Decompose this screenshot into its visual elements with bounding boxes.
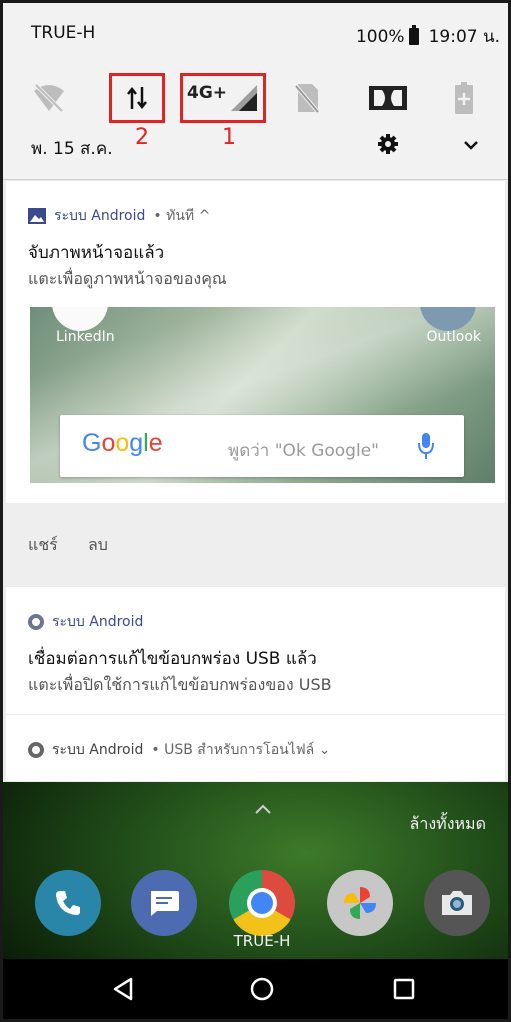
dolby-icon[interactable]	[366, 73, 410, 123]
marker-2: 2	[135, 125, 149, 150]
gear-icon[interactable]	[375, 131, 401, 157]
screenshot-notification[interactable]: ระบบ Android • ทันที ^ จับภาพหน้าจอแล้ว …	[6, 181, 505, 586]
date-label: พ. 15 ส.ค.	[31, 139, 113, 159]
status-bar: TRUE-H 100% 19:07 น.	[3, 3, 508, 55]
navigation-bar	[3, 959, 508, 1019]
signal-4g-icon[interactable]: 4G+	[180, 73, 266, 123]
google-search-bar: Google พูดว่า "Ok Google"	[60, 415, 464, 477]
notification-meta: • ทันที ^	[153, 208, 211, 224]
notification-actions: แชร์ ลบ	[6, 503, 505, 586]
quick-settings: 4G+ 2 1 พ. 15 ส.ค.	[3, 55, 508, 180]
mobile-data-icon[interactable]	[109, 73, 165, 123]
chevron-up-icon[interactable]	[253, 802, 273, 816]
android-system-icon	[28, 742, 44, 758]
notification-app-name: ระบบ Android	[52, 614, 144, 630]
home-screen: ล้างทั้งหมด TRUE-H	[3, 782, 508, 1019]
preview-left-label: LinkedIn	[56, 329, 115, 345]
search-hint: พูดว่า "Ok Google"	[228, 441, 379, 461]
home-icon[interactable]	[248, 975, 276, 1003]
mic-icon	[418, 433, 434, 459]
android-system-icon	[28, 614, 44, 630]
marker-1: 1	[222, 125, 236, 150]
chrome-core	[251, 892, 273, 914]
notification-title: จับภาพหน้าจอแล้ว	[28, 243, 165, 263]
chrome-center	[247, 888, 277, 918]
notification-app-name: ระบบ Android	[52, 742, 144, 758]
notification-title: เชื่อมต่อการแก้ไขข้อบกพร่อง USB แล้ว	[28, 649, 317, 669]
battery-icon	[408, 25, 419, 45]
notification-text: แตะเพื่อปิดใช้การแก้ไขข้อบกพร่องของ USB	[28, 675, 332, 694]
network-type-label: 4G+	[186, 83, 228, 103]
chevron-down-icon[interactable]	[459, 133, 483, 157]
messages-app-icon[interactable]	[131, 870, 197, 936]
preview-right-label: Outlook	[426, 329, 481, 345]
share-action[interactable]: แชร์	[28, 533, 58, 558]
notification-text: แตะเพื่อดูภาพหน้าจอของคุณ	[28, 269, 227, 288]
notification-header: ระบบ Android • ทันที ^	[28, 205, 210, 227]
image-icon	[28, 208, 46, 224]
wifi-off-icon[interactable]	[29, 73, 69, 123]
google-logo: Google	[82, 429, 163, 457]
no-sim-icon[interactable]	[287, 73, 327, 123]
clear-all-button[interactable]: ล้างทั้งหมด	[410, 812, 486, 837]
battery-saver-icon[interactable]	[449, 73, 479, 123]
clock: 19:07 น.	[428, 27, 500, 47]
usb-debugging-notification[interactable]: ระบบ Android เชื่อมต่อการแก้ไขข้อบกพร่อง…	[6, 587, 505, 714]
notification-header: ระบบ Android • USB สำหรับการโอนไฟล์ ⌄	[28, 739, 330, 761]
battery-percent: 100%	[355, 26, 405, 47]
status-right: 100% 19:07 น.	[356, 23, 500, 50]
notification-app-name: ระบบ Android	[54, 208, 146, 224]
recents-icon[interactable]	[390, 975, 418, 1003]
dock-label: TRUE-H	[233, 932, 291, 950]
camera-app-icon[interactable]	[424, 870, 490, 936]
carrier-name: TRUE-H	[31, 23, 96, 43]
back-icon[interactable]	[109, 975, 137, 1003]
screenshot-preview[interactable]: LinkedIn Outlook Google พูดว่า "Ok Googl…	[30, 307, 495, 483]
chrome-app-icon[interactable]	[229, 870, 295, 936]
photos-app-icon[interactable]	[327, 870, 393, 936]
delete-action[interactable]: ลบ	[88, 533, 108, 558]
notification-header: ระบบ Android	[28, 611, 143, 633]
usb-file-transfer-notification[interactable]: ระบบ Android • USB สำหรับการโอนไฟล์ ⌄	[6, 715, 505, 781]
phone-app-icon[interactable]	[35, 870, 101, 936]
notification-meta: • USB สำหรับการโอนไฟล์ ⌄	[151, 742, 331, 758]
